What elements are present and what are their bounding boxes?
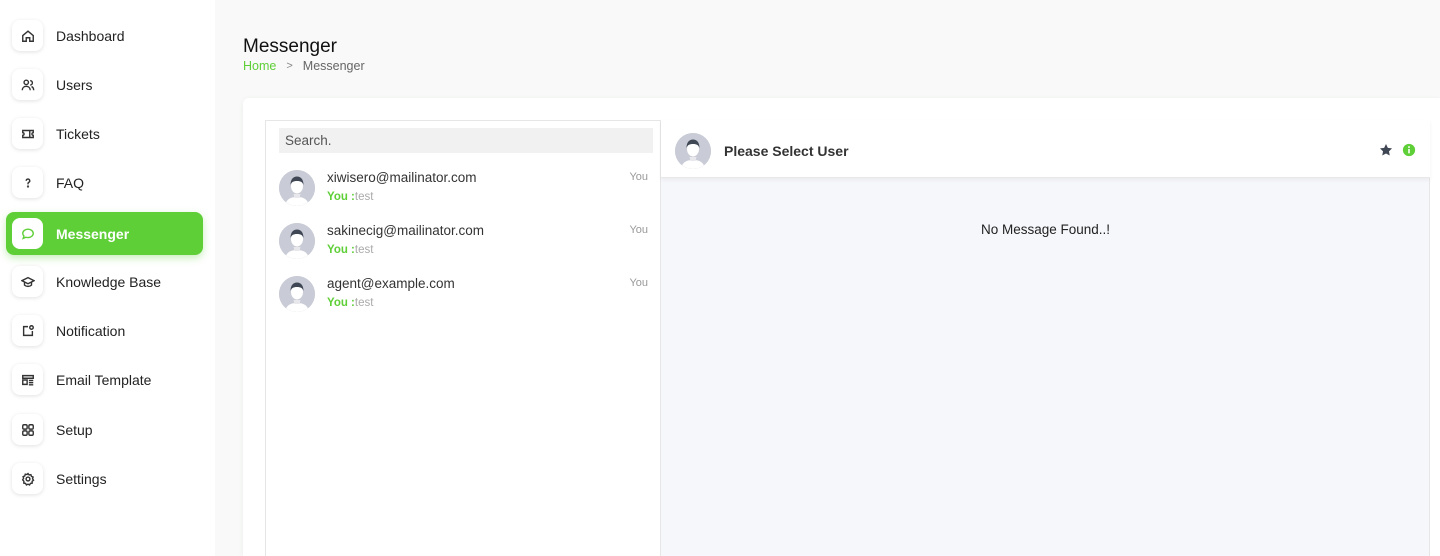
avatar: [279, 223, 315, 259]
empty-state-text: No Message Found..!: [980, 222, 1111, 237]
ticket-icon: [12, 118, 43, 149]
sidebar-item-email-template[interactable]: Email Template: [6, 358, 203, 401]
search-input[interactable]: [279, 128, 653, 153]
sidebar-item-label: FAQ: [56, 174, 85, 191]
message-preview: You :test: [327, 191, 373, 203]
contact-email: xiwisero@mailinator.com: [327, 170, 477, 185]
sidebar-item-notification[interactable]: Notification: [6, 309, 203, 352]
message-text: test: [354, 297, 374, 309]
message-time: You: [629, 277, 648, 289]
contact-email: sakinecig@mailinator.com: [327, 223, 485, 238]
contact-email: agent@example.com: [327, 276, 455, 291]
message-time: You: [629, 171, 648, 183]
sidebar: Dashboard Users Tickets FAQ Messenger Kn…: [0, 0, 215, 556]
sidebar-item-label: Settings: [56, 470, 107, 487]
message-time: You: [629, 224, 648, 236]
sender-prefix: You :: [327, 191, 355, 203]
sender-prefix: You :: [327, 244, 355, 256]
sidebar-item-label: Messenger: [56, 225, 130, 242]
notification-icon: [12, 315, 43, 346]
message-text: test: [354, 191, 374, 203]
home-icon: [12, 20, 43, 51]
contact-list-item[interactable]: agent@example.com You :test You: [278, 276, 654, 320]
breadcrumb-current: Messenger: [302, 59, 365, 73]
avatar: [279, 276, 315, 312]
grid-icon: [12, 414, 43, 445]
info-icon[interactable]: [1402, 143, 1416, 157]
message-preview: You :test: [327, 244, 373, 256]
chat-header: Please Select User: [661, 120, 1430, 178]
sidebar-item-users[interactable]: Users: [6, 63, 203, 106]
graduation-cap-icon: [12, 266, 43, 297]
sidebar-item-faq[interactable]: FAQ: [6, 161, 203, 204]
breadcrumb-home-link[interactable]: Home: [243, 59, 276, 73]
chevron-right-icon: >: [286, 60, 293, 72]
template-icon: [12, 364, 43, 395]
page-title: Messenger: [243, 36, 337, 57]
chat-panel: [661, 120, 1430, 556]
sidebar-item-knowledge-base[interactable]: Knowledge Base: [6, 260, 203, 303]
sender-prefix: You :: [327, 297, 355, 309]
gear-icon: [12, 463, 43, 494]
sidebar-item-label: Tickets: [56, 125, 100, 142]
contact-list-item[interactable]: sakinecig@mailinator.com You :test You: [278, 223, 654, 267]
sidebar-item-tickets[interactable]: Tickets: [6, 112, 203, 155]
message-preview: You :test: [327, 297, 373, 309]
sidebar-item-dashboard[interactable]: Dashboard: [6, 14, 203, 57]
sidebar-item-label: Setup: [56, 421, 93, 438]
chat-icon: [12, 218, 43, 249]
sidebar-item-label: Knowledge Base: [56, 273, 162, 290]
sidebar-item-label: Email Template: [56, 371, 152, 388]
users-icon: [12, 69, 43, 100]
breadcrumb: Home > Messenger: [243, 59, 365, 73]
sidebar-item-settings[interactable]: Settings: [6, 457, 203, 500]
avatar: [675, 133, 711, 169]
message-text: test: [354, 244, 374, 256]
sidebar-item-setup[interactable]: Setup: [6, 408, 203, 451]
contact-list-item[interactable]: xiwisero@mailinator.com You :test You: [278, 170, 654, 214]
sidebar-item-label: Notification: [56, 322, 126, 339]
sidebar-item-messenger[interactable]: Messenger: [6, 212, 203, 255]
chat-title: Please Select User: [724, 143, 849, 159]
star-icon[interactable]: [1379, 143, 1393, 157]
sidebar-item-label: Users: [56, 76, 93, 93]
avatar: [279, 170, 315, 206]
question-icon: [12, 167, 43, 198]
sidebar-item-label: Dashboard: [56, 27, 125, 44]
